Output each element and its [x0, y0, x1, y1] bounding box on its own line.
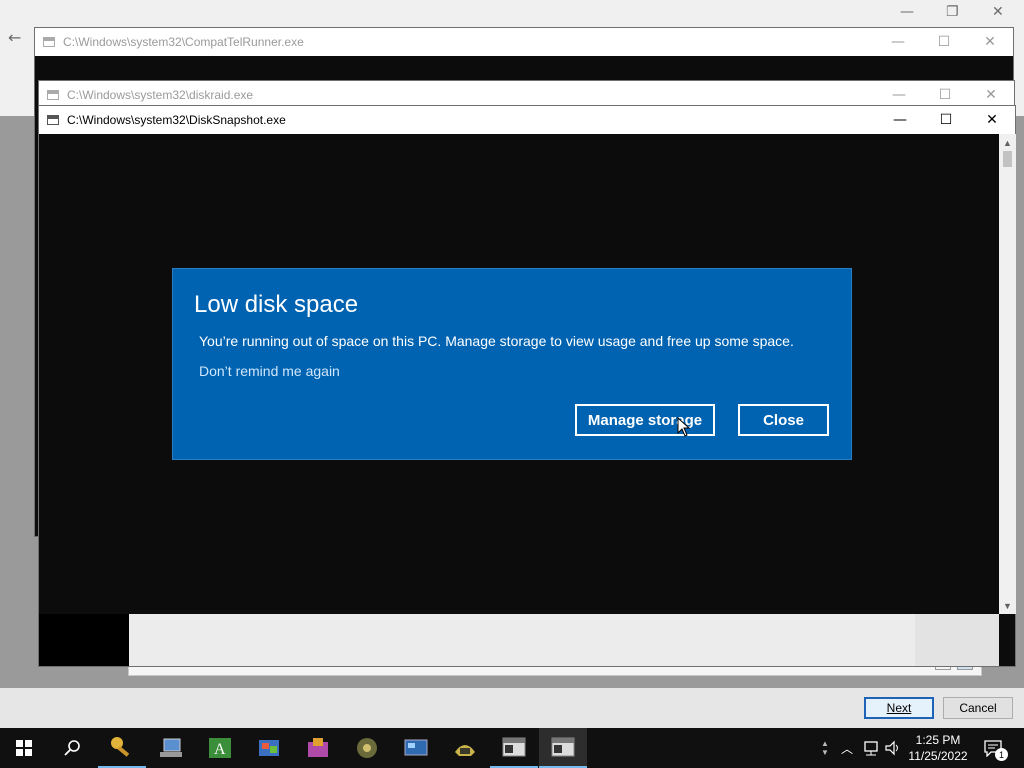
dialog-close-button[interactable]: Close	[738, 404, 829, 436]
start-icon	[16, 740, 32, 756]
cancel-button[interactable]: Cancel	[943, 697, 1013, 719]
taskbar-app-10[interactable]	[539, 728, 587, 768]
mouse-cursor-icon	[677, 417, 691, 437]
chevron-down-icon[interactable]: ▼	[821, 748, 829, 757]
network-computer-icon	[160, 738, 182, 757]
taskbar: A ▲ ▼ ︿ 1:25 PM 11/25/2022 1	[0, 728, 1024, 768]
low-disk-space-dialog: Low disk space You’re running out of spa…	[172, 268, 852, 460]
display-icon	[404, 739, 428, 756]
installer-restore-button[interactable]: ❐	[946, 4, 959, 20]
explorer-file-area	[129, 614, 915, 666]
svg-text:A: A	[214, 741, 226, 758]
console-title: C:\Windows\system32\diskraid.exe	[67, 88, 254, 102]
maximize-button[interactable]: ☐	[921, 28, 967, 56]
notification-count-badge: 1	[995, 748, 1008, 761]
taskbar-app-8[interactable]	[441, 728, 489, 768]
next-button[interactable]: Next	[864, 697, 934, 719]
console-title-bar[interactable]: C:\Windows\system32\DiskSnapshot.exe — ☐…	[39, 106, 1015, 134]
phone-icon	[455, 745, 475, 756]
console-app-icon	[47, 90, 59, 100]
scroll-thumb[interactable]	[1003, 151, 1012, 167]
taskbar-app-9[interactable]	[490, 728, 538, 768]
installer-footer: Next Cancel	[0, 688, 1024, 728]
installer-close-button[interactable]: ✕	[992, 4, 1004, 20]
network-tray-button[interactable]	[860, 728, 882, 768]
dont-remind-link[interactable]: Don’t remind me again	[199, 363, 340, 379]
taskbar-scroll[interactable]: ▲ ▼	[818, 728, 832, 768]
clock-time: 1:25 PM	[915, 733, 961, 747]
chevron-up-icon[interactable]: ▲	[821, 739, 829, 748]
key-icon	[111, 737, 130, 757]
cancel-button-label: Cancel	[959, 701, 997, 715]
search-icon	[64, 740, 80, 756]
console-app-icon	[43, 37, 55, 47]
dialog-close-label: Close	[763, 411, 804, 429]
clock-date: 11/25/2022	[908, 749, 968, 763]
installer-minimize-button[interactable]: —	[900, 4, 914, 20]
taskbar-app-3[interactable]: A	[196, 728, 244, 768]
taskbar-app-6[interactable]	[343, 728, 391, 768]
dialog-message: You’re running out of space on this PC. …	[199, 333, 794, 349]
back-arrow-icon[interactable]: ←	[8, 28, 21, 47]
scroll-down-arrow-icon[interactable]: ▼	[999, 597, 1016, 614]
chevron-up-tray-icon: ︿	[840, 741, 853, 756]
taskbar-clock[interactable]: 1:25 PM 11/25/2022	[906, 728, 970, 768]
minimize-button[interactable]: —	[875, 28, 921, 56]
show-hidden-icons-button[interactable]: ︿	[838, 728, 856, 768]
search-button[interactable]	[48, 728, 96, 768]
console-active-icon	[551, 737, 575, 757]
disc-icon	[357, 738, 377, 758]
dialog-title: Low disk space	[194, 291, 359, 318]
explorer-preview-pane	[915, 614, 999, 666]
console-title: C:\Windows\system32\CompatTelRunner.exe	[63, 35, 304, 49]
console-title: C:\Windows\system32\DiskSnapshot.exe	[67, 113, 286, 127]
taskbar-app-4[interactable]	[245, 728, 293, 768]
volume-icon	[885, 740, 898, 756]
scroll-up-arrow-icon[interactable]: ▲	[999, 134, 1016, 151]
font-app-icon: A	[209, 738, 231, 758]
console-icon	[502, 737, 526, 757]
console-app-icon	[47, 115, 59, 125]
taskbar-app-2[interactable]	[147, 728, 195, 768]
network-icon	[864, 741, 878, 756]
action-center-button[interactable]: 1	[978, 728, 1008, 768]
taskbar-app-1[interactable]	[98, 728, 146, 768]
package-icon	[308, 738, 328, 757]
taskbar-app-5[interactable]	[294, 728, 342, 768]
close-button[interactable]: ✕	[967, 28, 1013, 56]
start-button[interactable]	[0, 728, 48, 768]
volume-tray-button[interactable]	[882, 728, 904, 768]
console-scrollbar[interactable]: ▲ ▼	[999, 134, 1016, 614]
minimize-button[interactable]: —	[877, 106, 923, 134]
manage-storage-button[interactable]: Manage storage	[575, 404, 715, 436]
close-button[interactable]: ✕	[969, 106, 1015, 134]
next-button-label: Next	[886, 701, 912, 715]
control-panel-icon	[259, 740, 279, 756]
console-title-bar[interactable]: C:\Windows\system32\CompatTelRunner.exe …	[35, 28, 1013, 56]
taskbar-app-7[interactable]	[392, 728, 440, 768]
maximize-button[interactable]: ☐	[923, 106, 969, 134]
